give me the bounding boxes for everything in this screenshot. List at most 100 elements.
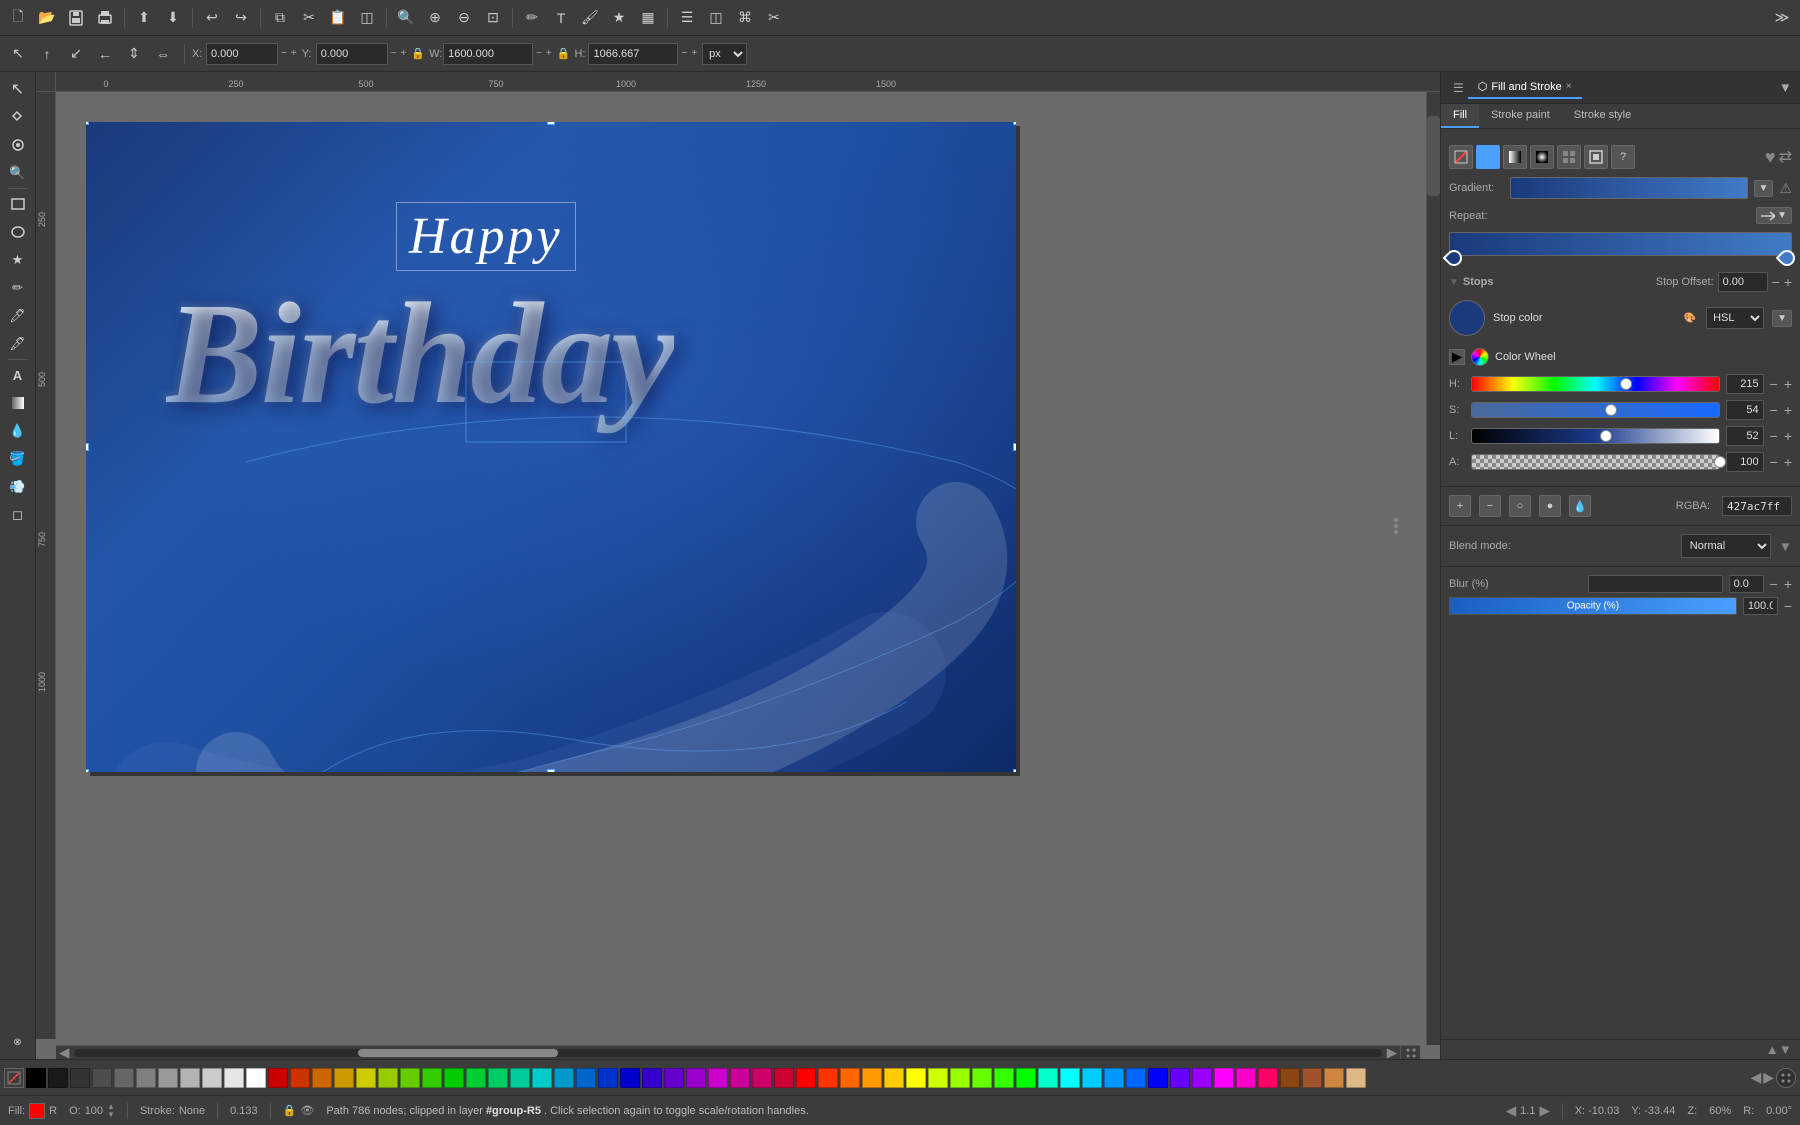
offset-plus[interactable]: +: [1784, 274, 1792, 290]
stroke-paint-tab[interactable]: Stroke paint: [1479, 104, 1562, 128]
x-input[interactable]: [206, 43, 278, 65]
a-minus[interactable]: −: [1770, 454, 1778, 470]
l-slider[interactable]: [1471, 428, 1720, 444]
fill-none-button[interactable]: [1449, 145, 1473, 169]
palette-green[interactable]: [444, 1068, 464, 1088]
palette-cyan-teal[interactable]: [532, 1068, 552, 1088]
palette-magenta[interactable]: [708, 1068, 728, 1088]
fill-swatch-button[interactable]: [1584, 145, 1608, 169]
palette-gray2[interactable]: [114, 1068, 134, 1088]
gradient-warning[interactable]: ⚠: [1779, 180, 1792, 197]
palette-fuchsia[interactable]: [1214, 1068, 1234, 1088]
align-t[interactable]: ↑: [33, 40, 61, 68]
duplicate-button[interactable]: ◫: [353, 4, 381, 32]
more-button[interactable]: ≫: [1768, 4, 1796, 32]
palette-bright-lime[interactable]: [950, 1068, 970, 1088]
palette-brown2[interactable]: [1302, 1068, 1322, 1088]
paint-bucket-tool[interactable]: 🪣: [5, 446, 31, 472]
rect-tool[interactable]: [5, 191, 31, 217]
fill-unknown-button[interactable]: ?: [1611, 145, 1635, 169]
panel-toggle[interactable]: ☰: [1449, 77, 1468, 99]
zoom-tool[interactable]: 🔍: [5, 160, 31, 186]
redo-button[interactable]: ↪: [227, 4, 255, 32]
scroll-right-button[interactable]: ▶: [1384, 1045, 1400, 1060]
stops-expand[interactable]: ▼: [1449, 277, 1459, 288]
palette-gray1[interactable]: [92, 1068, 112, 1088]
blur-bar[interactable]: [1588, 575, 1723, 593]
star-tool[interactable]: ★: [5, 247, 31, 273]
copy-button[interactable]: ⧉: [266, 4, 294, 32]
a-plus[interactable]: +: [1784, 454, 1792, 470]
fill-radial-button[interactable]: [1530, 145, 1554, 169]
h-plus[interactable]: +: [1784, 376, 1792, 392]
x-minus[interactable]: −: [280, 48, 288, 59]
align-l[interactable]: ←: [91, 40, 119, 68]
y-input[interactable]: [316, 43, 388, 65]
node-tool[interactable]: [5, 104, 31, 130]
h-value[interactable]: [1726, 374, 1764, 394]
handle-bc[interactable]: [547, 769, 555, 772]
handle-tl[interactable]: [86, 122, 89, 125]
palette-options[interactable]: [1776, 1068, 1796, 1088]
color-mode-select[interactable]: HSL RGB CMYK: [1706, 307, 1764, 329]
handle-br[interactable]: [1013, 769, 1016, 772]
palette-yellow-lime[interactable]: [928, 1068, 948, 1088]
palette-bright-blue[interactable]: [1126, 1068, 1146, 1088]
palette-green-lime[interactable]: [422, 1068, 442, 1088]
s-slider[interactable]: [1471, 402, 1720, 418]
align-tl[interactable]: ↖: [4, 40, 32, 68]
palette-black[interactable]: [26, 1068, 46, 1088]
color-wheel-toggle[interactable]: ▶: [1449, 349, 1465, 365]
gradient-tool[interactable]: [5, 390, 31, 416]
fill-swatch[interactable]: [29, 1103, 45, 1119]
handle-mr[interactable]: [1013, 443, 1016, 451]
palette-bright-green[interactable]: [972, 1068, 992, 1088]
save-button[interactable]: [62, 4, 90, 32]
palette-rose[interactable]: [1258, 1068, 1278, 1088]
distribute-v[interactable]: ⇔: [149, 40, 177, 68]
palette-red-orange[interactable]: [290, 1068, 310, 1088]
h-slider[interactable]: [1471, 376, 1720, 392]
fill-linear-button[interactable]: [1503, 145, 1527, 169]
blur-value[interactable]: [1729, 575, 1764, 593]
a-thumb[interactable]: [1714, 456, 1726, 468]
palette-gold[interactable]: [334, 1068, 354, 1088]
repeat-select-btn[interactable]: ▼: [1756, 207, 1792, 224]
palette-white[interactable]: [246, 1068, 266, 1088]
nav-back[interactable]: ◀: [1506, 1103, 1516, 1119]
s-minus[interactable]: −: [1770, 402, 1778, 418]
palette-neon-green[interactable]: [994, 1068, 1014, 1088]
scroll-left-button[interactable]: ◀: [56, 1045, 72, 1060]
pencil-tool[interactable]: ✏: [5, 275, 31, 301]
palette-orange[interactable]: [312, 1068, 332, 1088]
l-plus[interactable]: +: [1784, 428, 1792, 444]
palette-pink-magenta[interactable]: [730, 1068, 750, 1088]
stop-options-1[interactable]: ○: [1509, 495, 1531, 517]
palette-nearwhite[interactable]: [224, 1068, 244, 1088]
palette-purple2[interactable]: [686, 1068, 706, 1088]
w-minus[interactable]: −: [535, 48, 543, 59]
distribute-h[interactable]: ⇕: [120, 40, 148, 68]
palette-scroll-right[interactable]: ▶: [1763, 1069, 1774, 1086]
stop-eyedropper[interactable]: 💧: [1569, 495, 1591, 517]
pen-tool[interactable]: 🖊: [5, 303, 31, 329]
palette-purple[interactable]: [664, 1068, 684, 1088]
palette-bright-red[interactable]: [796, 1068, 816, 1088]
fill-pattern-button[interactable]: [1557, 145, 1581, 169]
panel-chevron[interactable]: ▼: [1779, 80, 1792, 95]
palette-teal[interactable]: [510, 1068, 530, 1088]
palette-bright-red-orange[interactable]: [818, 1068, 838, 1088]
scrollbar-thumb-h[interactable]: [358, 1049, 558, 1057]
scrollbar-thumb-v[interactable]: [1427, 116, 1440, 196]
export-button[interactable]: ⬇: [159, 4, 187, 32]
import-button[interactable]: ⬆: [130, 4, 158, 32]
panel-up[interactable]: ▲: [1766, 1042, 1779, 1057]
palette-teal-green[interactable]: [488, 1068, 508, 1088]
cut-button[interactable]: ✂: [295, 4, 323, 32]
tweak-tool[interactable]: [5, 132, 31, 158]
fill-tab[interactable]: Fill: [1441, 104, 1479, 128]
calligraphy-tool[interactable]: 🖋: [5, 331, 31, 357]
fill-stroke-tab[interactable]: ⬡ Fill and Stroke ×: [1468, 76, 1582, 99]
text-tool[interactable]: A: [5, 362, 31, 388]
stop-options-2[interactable]: ●: [1539, 495, 1561, 517]
